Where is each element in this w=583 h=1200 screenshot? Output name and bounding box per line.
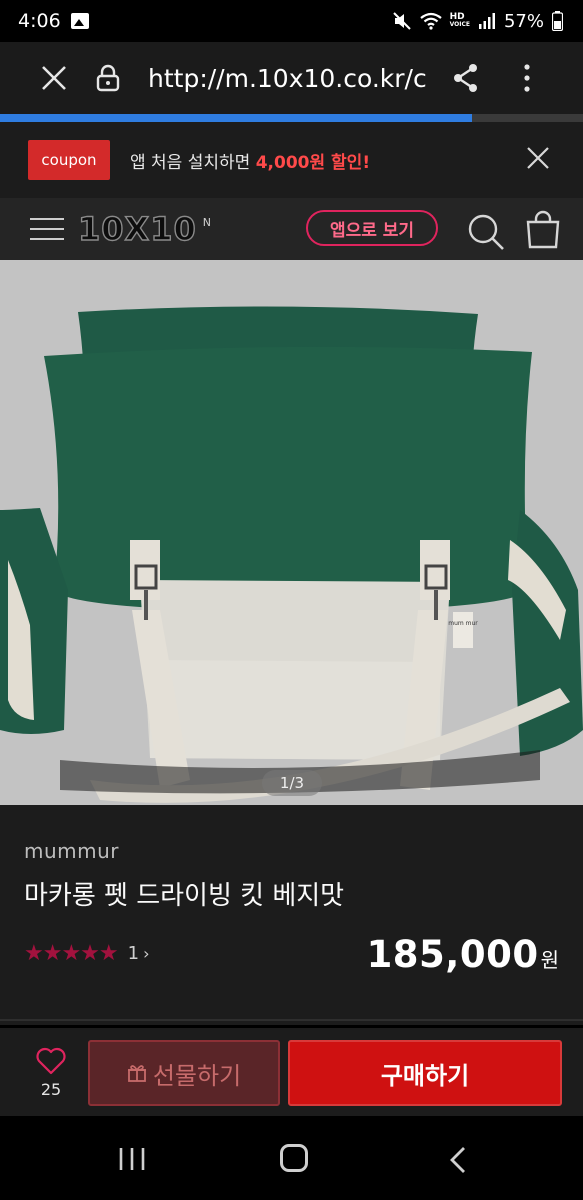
coupon-text: 앱 처음 설치하면 4,000원 할인! <box>130 148 370 173</box>
share-icon <box>454 64 477 92</box>
rating-link[interactable]: ★★★★★ 1 › <box>24 941 149 966</box>
coupon-discount: 4,000원 할인! <box>255 152 371 173</box>
chevron-right-icon: › <box>143 944 150 963</box>
hd-label: HD <box>449 12 465 22</box>
image-counter: 1/3 <box>262 770 322 796</box>
purchase-bar: 25 선물하기 구매하기 <box>0 1028 583 1116</box>
gift-button[interactable]: 선물하기 <box>88 1040 280 1106</box>
more-vertical-icon <box>524 64 530 92</box>
price-unit: 원 <box>540 948 559 972</box>
gift-label: 선물하기 <box>152 1061 242 1090</box>
recent-apps-button[interactable] <box>117 1146 147 1176</box>
browser-toolbar: http://m.10x10.co.kr/c <box>0 42 583 114</box>
divider <box>0 1019 583 1021</box>
page-load-progress <box>0 114 583 122</box>
signal-icon <box>478 13 495 29</box>
share-button[interactable] <box>448 58 484 98</box>
close-icon <box>527 147 549 169</box>
like-count: 25 <box>40 1080 62 1099</box>
site-header: 10X10 N 앱으로 보기 <box>0 198 583 260</box>
shopping-bag-icon <box>526 210 560 249</box>
cart-button[interactable] <box>524 210 562 254</box>
more-menu-button[interactable] <box>512 58 542 98</box>
site-logo[interactable]: 10X10 <box>77 209 197 248</box>
system-nav-bar <box>0 1116 583 1200</box>
status-time: 4:06 <box>18 10 61 32</box>
coupon-close-button[interactable] <box>524 144 554 174</box>
close-icon <box>42 66 66 90</box>
price: 185,000 원 <box>367 933 559 976</box>
coupon-tag: coupon <box>28 140 110 180</box>
product-info: mummur 마카롱 펫 드라이빙 킷 베지맛 ★★★★★ 1 › 185,00… <box>0 805 583 1025</box>
logo-superscript: N <box>202 216 211 229</box>
battery-icon <box>552 11 563 31</box>
hd-voice-indicator: HD VOICE <box>450 13 470 29</box>
back-icon <box>450 1147 465 1173</box>
voice-label: VOICE <box>449 21 470 28</box>
back-button[interactable] <box>448 1146 468 1178</box>
image-icon <box>70 13 89 29</box>
hamburger-line <box>30 228 64 230</box>
search-icon <box>468 214 504 250</box>
mute-icon <box>392 12 411 30</box>
product-title: 마카롱 펫 드라이빙 킷 베지맛 <box>24 881 345 911</box>
price-value: 185,000 <box>366 933 539 976</box>
wifi-icon <box>419 12 442 30</box>
heart-icon <box>36 1047 66 1075</box>
coupon-text-main: 앱 처음 설치하면 <box>130 152 256 173</box>
tag-text: mum mur <box>448 620 478 627</box>
home-button[interactable] <box>280 1144 308 1172</box>
recent-apps-icon <box>119 1148 145 1170</box>
close-tab-button[interactable] <box>24 42 84 114</box>
product-photo: mum mur <box>0 260 583 805</box>
url-field[interactable]: http://m.10x10.co.kr/c <box>148 64 428 93</box>
menu-button[interactable] <box>30 214 64 244</box>
battery-percent: 57% <box>503 10 544 32</box>
gift-icon <box>127 1065 146 1082</box>
open-app-button[interactable]: 앱으로 보기 <box>306 210 438 246</box>
brand-name[interactable]: mummur <box>24 839 119 863</box>
hamburger-line <box>30 238 64 240</box>
progress-fill <box>0 114 473 122</box>
search-button[interactable] <box>466 212 506 256</box>
lock-icon[interactable] <box>90 64 126 92</box>
status-bar: 4:06 HD VOICE 57% <box>0 0 583 42</box>
coupon-banner[interactable]: coupon 앱 처음 설치하면 4,000원 할인! <box>0 122 583 198</box>
star-rating: ★★★★★ <box>24 941 119 966</box>
like-button[interactable]: 25 <box>24 1046 78 1106</box>
review-count: 1 <box>127 943 140 964</box>
hamburger-line <box>30 218 64 220</box>
buy-button[interactable]: 구매하기 <box>288 1040 562 1106</box>
product-image[interactable]: mum mur 1/3 <box>0 260 583 805</box>
